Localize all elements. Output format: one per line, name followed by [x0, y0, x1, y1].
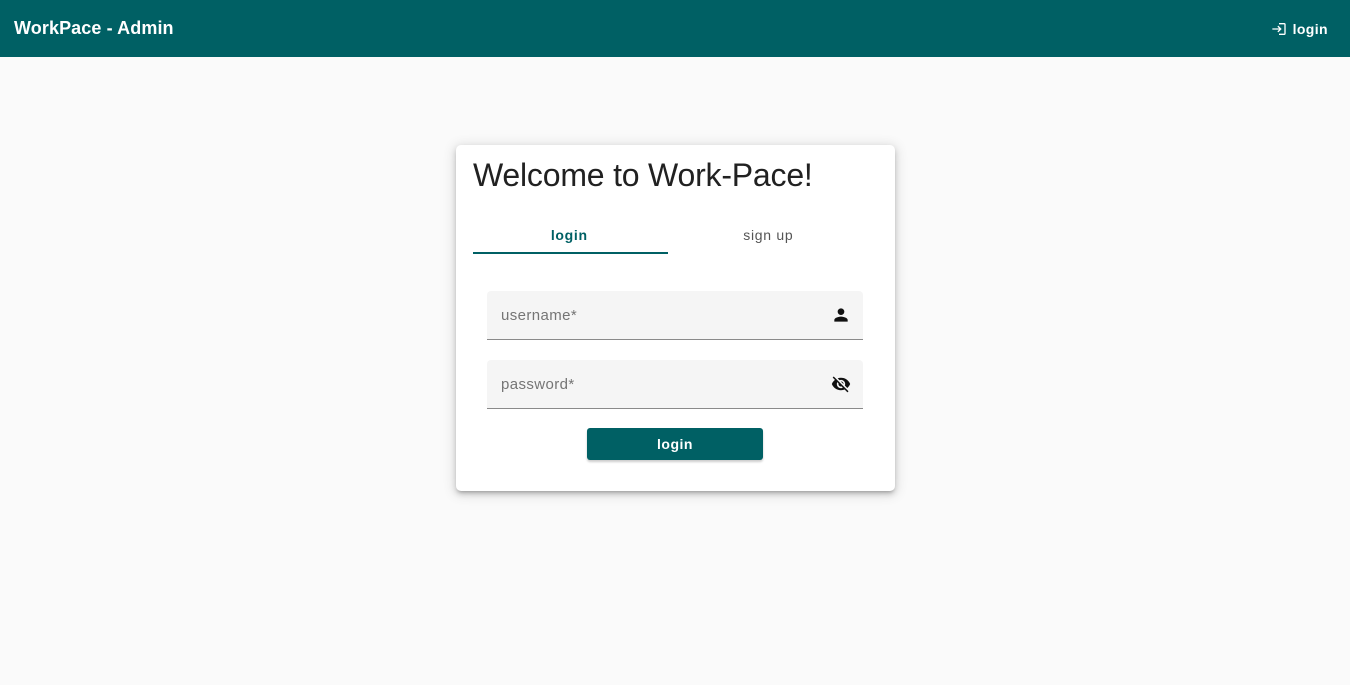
active-tab-indicator [473, 252, 668, 254]
tab-login[interactable]: login [473, 215, 666, 254]
login-card: Welcome to Work-Pace! login sign up logi… [456, 145, 895, 491]
login-icon [1271, 21, 1287, 37]
header-login-button[interactable]: login [1265, 15, 1328, 43]
welcome-title: Welcome to Work-Pace! [473, 157, 813, 193]
username-input[interactable] [501, 306, 825, 324]
username-field[interactable] [487, 291, 863, 340]
login-submit-button[interactable]: login [587, 428, 763, 460]
person-icon [831, 305, 851, 325]
auth-tabs: login sign up [473, 215, 871, 255]
tab-sign-up[interactable]: sign up [666, 215, 871, 254]
visibility-off-icon[interactable] [831, 374, 851, 394]
header-login-label: login [1292, 20, 1328, 37]
password-field[interactable] [487, 360, 863, 409]
app-title: WorkPace - Admin [14, 18, 174, 38]
password-input[interactable] [501, 375, 825, 393]
top-app-bar: WorkPace - Admin login [0, 0, 1350, 57]
